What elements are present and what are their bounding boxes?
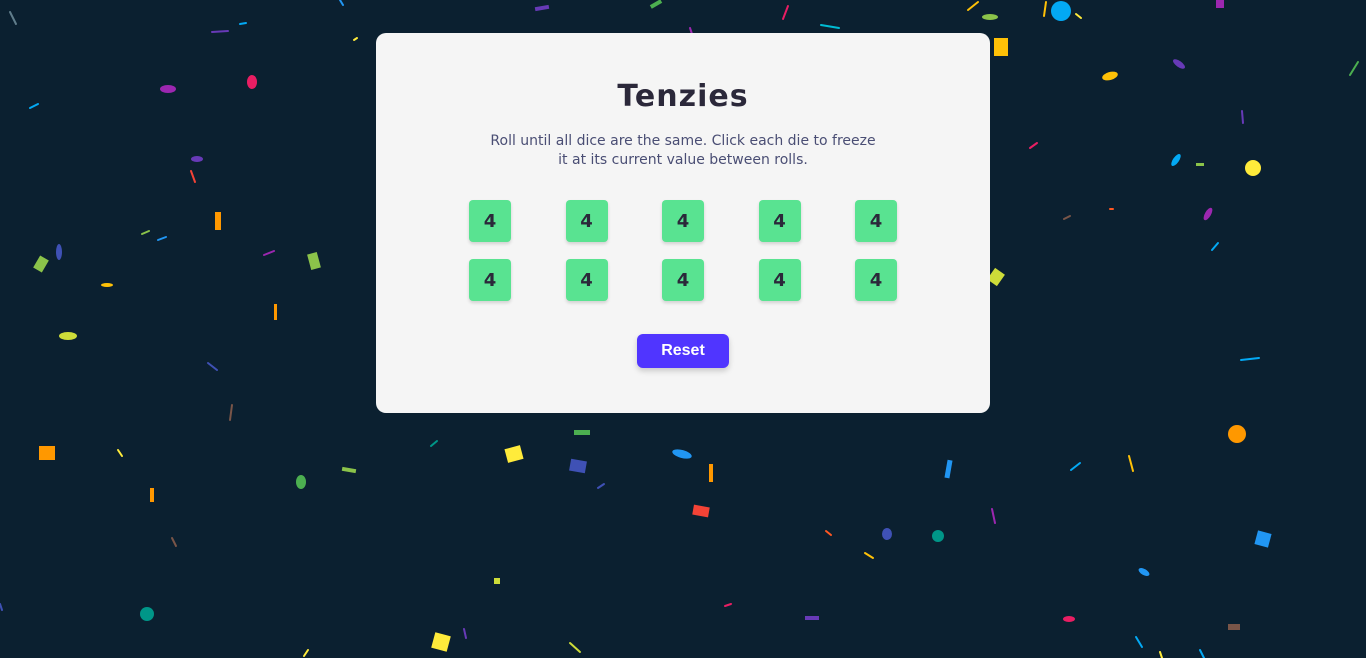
die-4[interactable]: 4 bbox=[758, 200, 801, 242]
die-1[interactable]: 4 bbox=[469, 200, 511, 242]
die-3[interactable]: 4 bbox=[662, 200, 704, 242]
die-8[interactable]: 4 bbox=[662, 259, 704, 301]
game-instructions: Roll until all dice are the same. Click … bbox=[490, 133, 876, 168]
die-2[interactable]: 4 bbox=[565, 200, 608, 242]
game-card: Tenzies Roll until all dice are the same… bbox=[376, 33, 990, 413]
die-10[interactable]: 4 bbox=[855, 259, 897, 301]
die-9[interactable]: 4 bbox=[758, 259, 801, 301]
die-7[interactable]: 4 bbox=[565, 259, 608, 301]
die-5[interactable]: 4 bbox=[855, 200, 897, 242]
reset-button[interactable]: Reset bbox=[637, 334, 729, 368]
die-6[interactable]: 4 bbox=[469, 259, 511, 301]
dice-grid: 4 4 4 4 4 4 4 4 4 4 bbox=[469, 200, 897, 301]
game-title: Tenzies bbox=[617, 79, 749, 114]
